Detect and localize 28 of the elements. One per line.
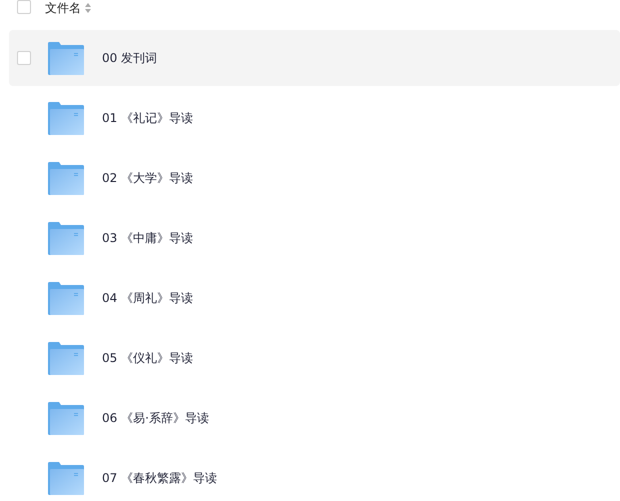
file-row[interactable]: 05 《仪礼》导读 [9, 330, 620, 386]
file-row[interactable]: 04 《周礼》导读 [9, 270, 620, 326]
checkbox[interactable] [17, 51, 31, 65]
file-name[interactable]: 05 《仪礼》导读 [102, 350, 194, 366]
folder-icon [48, 42, 84, 74]
file-name[interactable]: 02 《大学》导读 [102, 170, 194, 186]
checkbox[interactable] [17, 0, 31, 14]
column-header[interactable]: 文件名 [45, 0, 81, 16]
folder-icon [48, 342, 84, 374]
file-row[interactable]: 06 《易·系辞》导读 [9, 390, 620, 446]
folder-icon [48, 162, 84, 194]
folder-icon [48, 102, 84, 134]
sort-icon[interactable] [85, 3, 91, 13]
file-name[interactable]: 04 《周礼》导读 [102, 290, 194, 306]
file-name[interactable]: 00 发刊词 [102, 50, 158, 66]
file-name[interactable]: 06 《易·系辞》导读 [102, 410, 209, 426]
file-row[interactable]: 03 《中庸》导读 [9, 210, 620, 266]
file-name[interactable]: 07 《春秋繁露》导读 [102, 470, 218, 486]
file-row[interactable]: 00 发刊词 [9, 30, 620, 86]
file-row[interactable]: 01 《礼记》导读 [9, 90, 620, 146]
file-row[interactable]: 02 《大学》导读 [9, 150, 620, 206]
folder-icon [48, 282, 84, 314]
file-row[interactable]: 07 《春秋繁露》导读 [9, 450, 620, 501]
folder-icon [48, 222, 84, 254]
file-name[interactable]: 03 《中庸》导读 [102, 230, 194, 246]
folder-icon [48, 462, 84, 494]
folder-icon [48, 402, 84, 434]
file-name[interactable]: 01 《礼记》导读 [102, 110, 194, 126]
